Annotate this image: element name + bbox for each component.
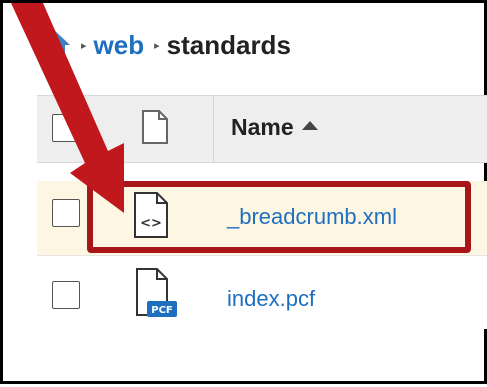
breadcrumb-separator-icon: ▸ [154, 39, 160, 52]
annotation-highlight-box [87, 181, 471, 253]
screenshot-frame: ▸ web ▸ standards Name <> _breadcrumb.xm… [0, 0, 487, 384]
select-all-checkbox[interactable] [52, 114, 80, 142]
document-icon [142, 110, 168, 144]
row-checkbox[interactable] [52, 199, 80, 227]
breadcrumb-item-standards: standards [166, 29, 291, 60]
breadcrumb: ▸ web ▸ standards [33, 25, 291, 65]
name-column-label: Name [231, 114, 294, 140]
sort-ascending-icon[interactable] [301, 121, 318, 130]
row-checkbox[interactable] [52, 281, 80, 309]
pcf-file-icon: PCF [136, 268, 177, 317]
header-divider [213, 95, 214, 163]
home-icon[interactable] [33, 27, 71, 63]
name-column-header[interactable]: Name [231, 114, 318, 141]
breadcrumb-item-web[interactable]: web [94, 30, 145, 61]
pcf-icon-label: PCF [151, 305, 173, 316]
breadcrumb-separator-icon: ▸ [81, 39, 87, 52]
file-link[interactable]: index.pcf [227, 286, 315, 312]
